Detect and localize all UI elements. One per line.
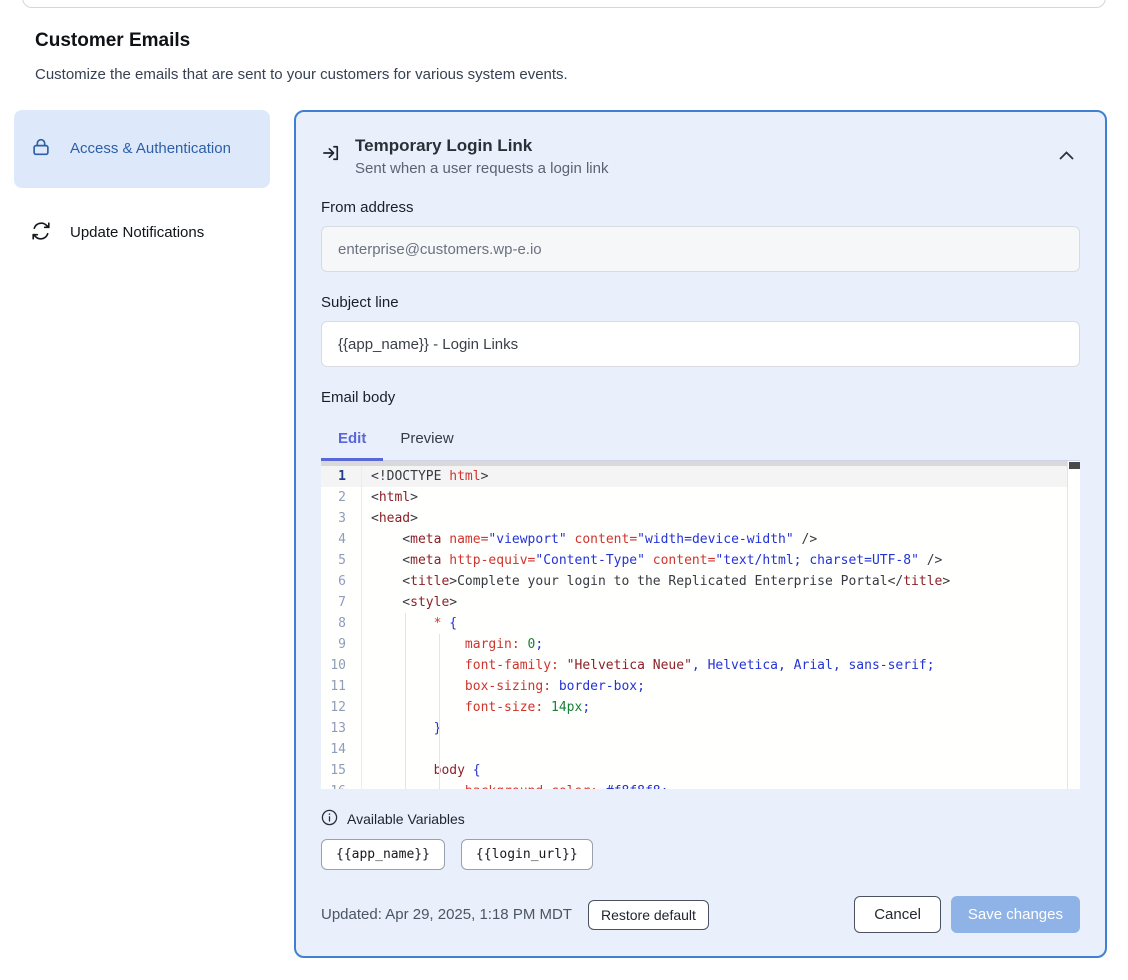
line-content: body {: [357, 760, 481, 781]
gutter-separator: [361, 466, 362, 789]
code-line[interactable]: 16 background-color: #f8f8f8;: [321, 781, 1067, 789]
code-line[interactable]: 9 margin: 0;: [321, 634, 1067, 655]
code-line[interactable]: 10 font-family: "Helvetica Neue", Helvet…: [321, 655, 1067, 676]
code-line[interactable]: 4 <meta name="viewport" content="width=d…: [321, 529, 1067, 550]
line-content: <title>Complete your login to the Replic…: [357, 571, 950, 592]
indent-guide: [405, 613, 406, 789]
page-description: Customize the emails that are sent to yo…: [35, 66, 568, 83]
line-number: 4: [321, 529, 357, 550]
variable-chip[interactable]: {{app_name}}: [321, 839, 445, 870]
from-address-label: From address: [321, 199, 1080, 216]
login-link-icon: [321, 143, 341, 168]
line-content: }: [357, 718, 441, 739]
tab-preview[interactable]: Preview: [383, 420, 470, 461]
panel-footer: Updated: Apr 29, 2025, 1:18 PM MDT Resto…: [321, 896, 1080, 933]
available-variables-header: Available Variables: [321, 809, 1080, 829]
panel-header-text: Temporary Login Link Sent when a user re…: [355, 136, 608, 177]
temporary-login-link-panel: Temporary Login Link Sent when a user re…: [294, 110, 1107, 958]
subject-line-input[interactable]: [321, 321, 1080, 367]
code-line[interactable]: 11 box-sizing: border-box;: [321, 676, 1067, 697]
line-content: font-family: "Helvetica Neue", Helvetica…: [357, 655, 935, 676]
subject-line-label: Subject line: [321, 294, 1080, 311]
code-line[interactable]: 15 body {: [321, 760, 1067, 781]
line-content: box-sizing: border-box;: [357, 676, 645, 697]
line-number: 15: [321, 760, 357, 781]
editor-vertical-scrollbar[interactable]: [1067, 461, 1080, 789]
collapse-button[interactable]: [1053, 142, 1080, 169]
sidebar-item-label: Update Notifications: [70, 221, 204, 245]
code-line[interactable]: 13 }: [321, 718, 1067, 739]
line-content: <meta name="viewport" content="width=dev…: [357, 529, 817, 550]
email-body-label: Email body: [321, 389, 1080, 406]
sidebar-item-update-notifications[interactable]: Update Notifications: [14, 206, 270, 260]
line-number: 14: [321, 739, 357, 760]
line-number: 6: [321, 571, 357, 592]
line-content: <meta http-equiv="Content-Type" content=…: [357, 550, 942, 571]
line-content: background-color: #f8f8f8;: [357, 781, 668, 789]
line-content: [357, 739, 371, 760]
editor-top-strip: [321, 461, 1067, 466]
line-number: 12: [321, 697, 357, 718]
line-number: 5: [321, 550, 357, 571]
line-number: 9: [321, 634, 357, 655]
settings-page: Customer Emails Customize the emails tha…: [0, 0, 1128, 980]
email-types-sidebar: Access & Authentication Update Notificat…: [14, 110, 270, 260]
line-content: <head>: [357, 508, 418, 529]
line-content: <!DOCTYPE html>: [357, 466, 488, 487]
restore-default-button[interactable]: Restore default: [588, 900, 709, 930]
line-number: 3: [321, 508, 357, 529]
sidebar-item-access-authentication[interactable]: Access & Authentication: [14, 110, 270, 188]
sidebar-item-label: Access & Authentication: [70, 137, 231, 161]
variable-chip[interactable]: {{login_url}}: [461, 839, 593, 870]
page-title: Customer Emails: [35, 30, 190, 52]
line-number: 10: [321, 655, 357, 676]
lock-icon: [30, 136, 52, 162]
line-number: 11: [321, 676, 357, 697]
code-line[interactable]: 12 font-size: 14px;: [321, 697, 1067, 718]
updated-timestamp: Updated: Apr 29, 2025, 1:18 PM MDT: [321, 906, 572, 923]
panel-subtitle: Sent when a user requests a login link: [355, 160, 608, 177]
scrollbar-thumb[interactable]: [1069, 462, 1080, 469]
tab-edit[interactable]: Edit: [321, 420, 383, 461]
line-content: <style>: [357, 592, 457, 613]
code-line[interactable]: 8 * {: [321, 613, 1067, 634]
line-number: 1: [321, 466, 357, 487]
line-number: 8: [321, 613, 357, 634]
refresh-icon: [30, 220, 52, 246]
info-icon: [321, 809, 338, 829]
code-lines: 1<!DOCTYPE html>2<html>3<head>4 <meta na…: [321, 466, 1067, 789]
from-address-input[interactable]: [321, 226, 1080, 272]
code-line[interactable]: 5 <meta http-equiv="Content-Type" conten…: [321, 550, 1067, 571]
panel-title: Temporary Login Link: [355, 136, 608, 156]
email-body-tabbar: EditPreview: [321, 420, 1080, 461]
code-line[interactable]: 14: [321, 739, 1067, 760]
code-line[interactable]: 6 <title>Complete your login to the Repl…: [321, 571, 1067, 592]
save-changes-button[interactable]: Save changes: [951, 896, 1080, 933]
chevron-up-icon: [1059, 148, 1074, 163]
panel-header: Temporary Login Link Sent when a user re…: [321, 136, 1080, 177]
line-number: 16: [321, 781, 357, 789]
code-line[interactable]: 3<head>: [321, 508, 1067, 529]
code-line[interactable]: 2<html>: [321, 487, 1067, 508]
line-content: <html>: [357, 487, 418, 508]
cancel-button[interactable]: Cancel: [854, 896, 941, 933]
code-line[interactable]: 1<!DOCTYPE html>: [321, 466, 1067, 487]
line-number: 13: [321, 718, 357, 739]
code-line[interactable]: 7 <style>: [321, 592, 1067, 613]
previous-card-edge: [22, 0, 1106, 8]
line-number: 2: [321, 487, 357, 508]
email-body-code-editor[interactable]: 1<!DOCTYPE html>2<html>3<head>4 <meta na…: [321, 461, 1080, 789]
variable-chips: {{app_name}} {{login_url}}: [321, 839, 1080, 870]
available-variables-label: Available Variables: [347, 811, 465, 827]
line-content: * {: [357, 613, 457, 634]
line-content: margin: 0;: [357, 634, 543, 655]
line-number: 7: [321, 592, 357, 613]
indent-guide: [439, 634, 440, 789]
line-content: font-size: 14px;: [357, 697, 590, 718]
